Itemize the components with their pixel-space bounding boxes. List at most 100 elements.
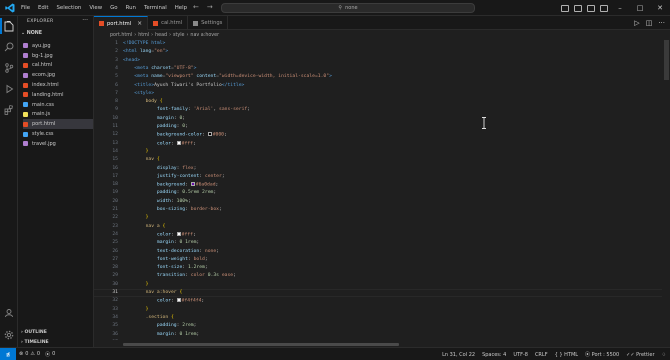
code-line[interactable]: font-size: 1.2rem;: [123, 265, 208, 270]
code-line[interactable]: color: #f4f4f4;: [123, 298, 204, 304]
close-window-button[interactable]: ✕: [650, 0, 670, 16]
forward-arrow-icon[interactable]: →: [207, 3, 213, 11]
code-line[interactable]: box-sizing: border-box;: [123, 207, 222, 212]
code-line[interactable]: padding: 2rem;: [123, 323, 197, 328]
color-swatch[interactable]: [207, 132, 212, 137]
extensions-icon[interactable]: [3, 104, 15, 116]
code-line[interactable]: nav a {: [123, 224, 166, 229]
code-line[interactable]: <style>: [123, 91, 154, 96]
command-center-search[interactable]: ⚲ none: [221, 3, 475, 13]
code-line[interactable]: <html lang="en">: [123, 49, 168, 54]
file-item[interactable]: ecom.jpg: [23, 70, 93, 80]
code-line[interactable]: display: flex;: [123, 166, 197, 171]
code-line[interactable]: font-family: 'Arial', sans-serif;: [123, 107, 250, 112]
menu-item-edit[interactable]: Edit: [34, 0, 52, 16]
maximize-button[interactable]: □: [630, 0, 650, 16]
color-swatch[interactable]: [176, 298, 181, 303]
code-line[interactable]: <!DOCTYPE html>: [123, 41, 165, 46]
ports-icon[interactable]: ⦿: [45, 351, 50, 358]
toggle-primary-sidebar-icon[interactable]: [560, 4, 569, 12]
ports-count[interactable]: 0: [52, 351, 55, 357]
tab-cal-html[interactable]: cal.html: [148, 16, 189, 30]
file-item[interactable]: cal.html: [23, 61, 93, 71]
file-item[interactable]: landing.html: [23, 90, 93, 100]
timeline-section[interactable]: › TIMELINE: [21, 340, 49, 345]
accounts-icon[interactable]: [3, 307, 15, 319]
breadcrumb-item[interactable]: html: [138, 33, 149, 38]
code-line[interactable]: text-decoration: none;: [123, 249, 219, 254]
code-line[interactable]: justify-content: center;: [123, 174, 225, 179]
color-swatch[interactable]: [176, 140, 181, 145]
tab-settings[interactable]: Settings: [188, 16, 229, 30]
code-line[interactable]: nav {: [123, 157, 160, 162]
minimap[interactable]: [662, 40, 670, 340]
file-item[interactable]: port.html: [23, 119, 93, 130]
tab-port-html[interactable]: port.html ×: [94, 16, 149, 30]
prettier-status[interactable]: ✓✓ Prettier: [626, 352, 654, 358]
code-line[interactable]: background-color: #000;: [123, 132, 227, 138]
line-ending[interactable]: CRLF: [535, 352, 548, 358]
back-arrow-icon[interactable]: ←: [193, 3, 199, 11]
breadcrumb-item[interactable]: port.html: [110, 33, 132, 38]
file-item[interactable]: style.css: [23, 129, 93, 139]
workspace-folder[interactable]: ⌄ NONE: [21, 31, 42, 36]
menu-item-go[interactable]: Go: [106, 0, 121, 16]
code-line[interactable]: margin: 0 1rem;: [123, 240, 199, 245]
code-line[interactable]: }: [123, 215, 149, 220]
code-line[interactable]: <head>: [123, 58, 140, 63]
code-line[interactable]: color: #fff;: [123, 140, 196, 146]
close-tab-icon[interactable]: ×: [137, 20, 142, 27]
errors-count[interactable]: 0: [25, 351, 28, 357]
notifications-bell-icon[interactable]: ♢: [662, 352, 666, 358]
menu-item-run[interactable]: Run: [122, 0, 140, 16]
minimap-slider[interactable]: [664, 40, 669, 80]
code-line[interactable]: <title>Ayush Tiwari's Portfolio</title>: [123, 83, 244, 88]
menu-item-selection[interactable]: Selection: [52, 0, 85, 16]
menu-item-terminal[interactable]: Terminal: [140, 0, 171, 16]
explorer-icon[interactable]: [0, 18, 15, 34]
breadcrumb-item[interactable]: style: [173, 33, 185, 38]
split-editor-icon[interactable]: ◫: [646, 19, 653, 27]
file-item[interactable]: index.html: [23, 80, 93, 90]
more-actions-icon[interactable]: ···: [82, 17, 88, 24]
file-item[interactable]: bg-1.jpg: [23, 51, 93, 61]
toggle-panel-icon[interactable]: [573, 4, 582, 12]
menu-item-view[interactable]: View: [85, 0, 106, 16]
run-debug-icon[interactable]: [3, 83, 15, 95]
menu-item-file[interactable]: File: [17, 0, 34, 16]
file-item[interactable]: main.css: [23, 100, 93, 110]
color-swatch[interactable]: [190, 182, 195, 187]
code-line[interactable]: background: #6a0dad;: [123, 182, 218, 188]
code-line[interactable]: <meta name="viewport" content="width=dev…: [123, 74, 332, 79]
code-line[interactable]: }: [123, 307, 149, 312]
code-line[interactable]: nav a:hover {: [123, 290, 183, 295]
code-line[interactable]: transition: color 0.3s ease;: [123, 273, 236, 278]
toggle-secondary-sidebar-icon[interactable]: [586, 4, 595, 12]
run-icon[interactable]: ▷: [634, 19, 639, 27]
code-line[interactable]: margin: 0 1rem;: [123, 332, 199, 337]
code-line[interactable]: }: [123, 149, 149, 154]
file-item[interactable]: travel.jpg: [23, 139, 93, 149]
code-line[interactable]: }: [123, 282, 149, 287]
search-icon[interactable]: [3, 41, 15, 53]
breadcrumb-item[interactable]: head: [155, 33, 167, 38]
minimize-button[interactable]: –: [610, 0, 630, 16]
file-item[interactable]: ayu.jpg: [23, 41, 93, 51]
code-line[interactable]: body {: [123, 99, 163, 104]
indentation[interactable]: Spaces: 4: [482, 352, 506, 358]
code-line[interactable]: padding: 0;: [123, 124, 188, 129]
remote-indicator-icon[interactable]: ≴: [0, 347, 16, 360]
code-editor[interactable]: 1 <!DOCTYPE html> 2 <html lang="en"> 3 <head>…: [94, 40, 662, 340]
code-line[interactable]: color: #fff;: [123, 231, 196, 237]
language-mode[interactable]: { } HTML: [555, 352, 578, 358]
code-line[interactable]: padding: 0.5rem 2rem;: [123, 190, 216, 195]
live-server-port[interactable]: ⦿ Port : 5500: [585, 351, 619, 358]
errors-icon[interactable]: ⊗: [19, 351, 23, 357]
code-line[interactable]: width: 100%;: [123, 199, 191, 204]
horizontal-scrollbar[interactable]: [123, 343, 399, 346]
source-control-icon[interactable]: [3, 62, 15, 74]
code-line[interactable]: margin: 0;: [123, 116, 185, 121]
warnings-count[interactable]: 0: [37, 351, 40, 357]
breadcrumb-item[interactable]: nav a:hover: [190, 33, 219, 38]
cursor-position[interactable]: Ln 31, Col 22: [442, 352, 475, 358]
